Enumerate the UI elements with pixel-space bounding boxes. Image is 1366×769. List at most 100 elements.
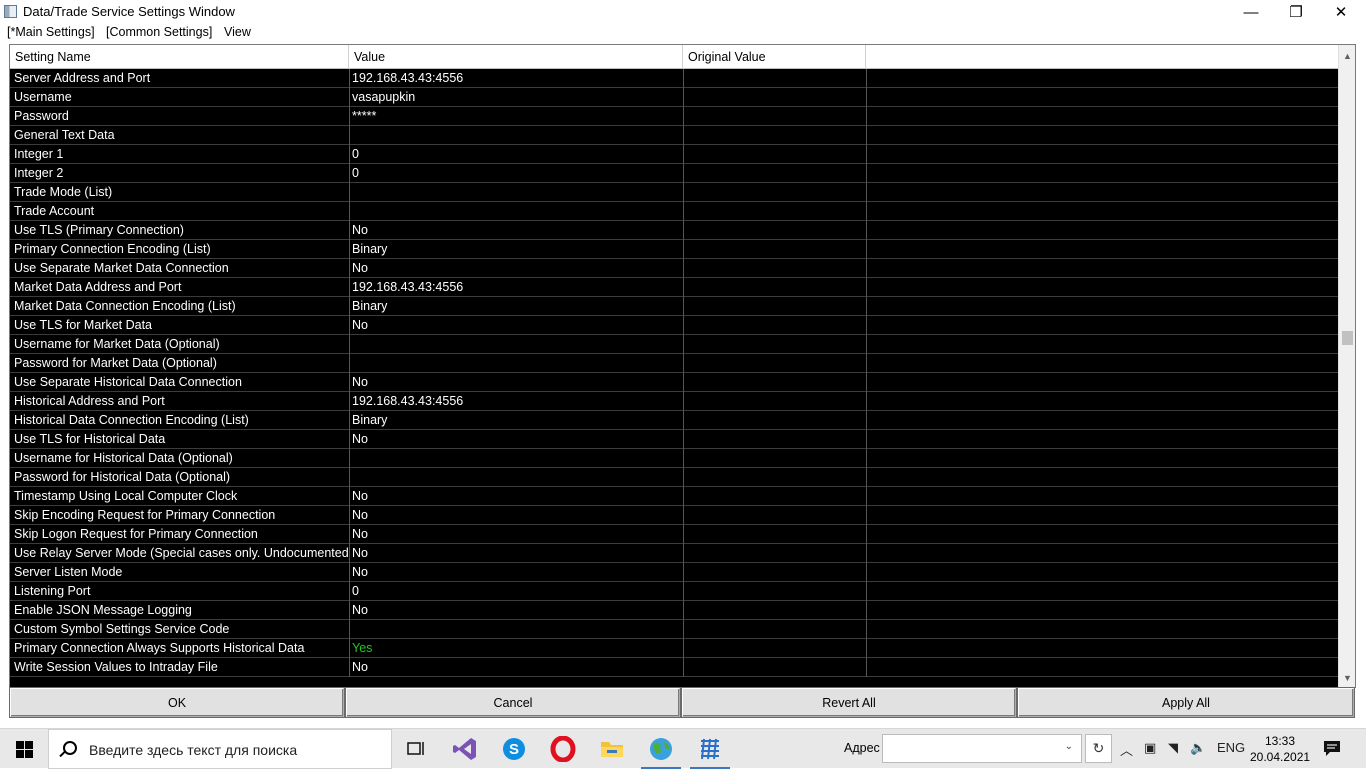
table-row[interactable]: Custom Symbol Settings Service Code — [10, 620, 1339, 639]
table-row[interactable]: Listening Port 0 — [10, 582, 1339, 601]
table-row[interactable]: Historical Address and Port 192.168.43.43… — [10, 392, 1339, 411]
apply-all-button[interactable]: Apply All — [1018, 688, 1354, 717]
setting-value-cell[interactable]: 192.168.43.43:4556 — [349, 392, 683, 411]
setting-value-cell[interactable]: 192.168.43.43:4556 — [349, 278, 683, 297]
chevron-down-icon[interactable]: ⌄ — [1065, 741, 1073, 752]
table-row[interactable]: Use Separate Market Data Connection No — [10, 259, 1339, 278]
scroll-up-arrow-icon[interactable]: ▲ — [1339, 47, 1355, 64]
ok-button[interactable]: OK — [10, 688, 344, 717]
setting-value-cell[interactable]: 0 — [349, 582, 683, 601]
menu-view[interactable]: View — [224, 25, 251, 39]
globe-app[interactable] — [637, 729, 685, 769]
sierra-chart-app[interactable] — [686, 729, 734, 769]
menu-common-settings[interactable]: [Common Settings] — [106, 25, 212, 39]
setting-value-cell[interactable]: No — [349, 658, 683, 677]
table-row[interactable]: Server Address and Port 192.168.43.43:455… — [10, 69, 1339, 88]
meet-now-icon[interactable]: ▣ — [1144, 740, 1156, 756]
table-row[interactable]: Timestamp Using Local Computer Clock No — [10, 487, 1339, 506]
table-row[interactable]: Integer 2 0 — [10, 164, 1339, 183]
network-icon[interactable]: ◥ — [1168, 740, 1178, 756]
table-row[interactable]: Password ***** — [10, 107, 1339, 126]
table-row[interactable]: Write Session Values to Intraday File No — [10, 658, 1339, 677]
setting-value-cell[interactable]: No — [349, 506, 683, 525]
table-row[interactable]: Market Data Connection Encoding (List) Bi… — [10, 297, 1339, 316]
maximize-button[interactable]: ❐ — [1273, 0, 1319, 24]
setting-value-cell[interactable]: Yes — [349, 639, 683, 658]
file-explorer-app[interactable] — [588, 729, 636, 769]
address-go-button[interactable]: ↻ — [1085, 734, 1112, 763]
setting-value-cell[interactable]: No — [349, 563, 683, 582]
skype-app[interactable]: S — [490, 729, 538, 769]
table-row[interactable]: Enable JSON Message Logging No — [10, 601, 1339, 620]
setting-value-cell[interactable]: No — [349, 544, 683, 563]
table-row[interactable]: Skip Encoding Request for Primary Connec… — [10, 506, 1339, 525]
setting-value-cell[interactable] — [349, 354, 683, 373]
task-view-button[interactable] — [392, 729, 440, 769]
setting-value-cell[interactable]: Binary — [349, 411, 683, 430]
setting-value-cell[interactable]: No — [349, 259, 683, 278]
table-row[interactable]: Use TLS for Market Data No — [10, 316, 1339, 335]
setting-value-cell[interactable] — [349, 183, 683, 202]
language-indicator[interactable]: ENG — [1217, 740, 1245, 755]
setting-value-cell[interactable] — [349, 335, 683, 354]
table-row[interactable]: Password for Historical Data (Optional) — [10, 468, 1339, 487]
setting-value-cell[interactable]: No — [349, 316, 683, 335]
cancel-button[interactable]: Cancel — [346, 688, 680, 717]
table-row[interactable]: Trade Mode (List) — [10, 183, 1339, 202]
setting-value-cell[interactable] — [349, 126, 683, 145]
address-input[interactable]: ⌄ — [882, 734, 1082, 763]
scroll-thumb[interactable] — [1342, 331, 1353, 345]
table-row[interactable]: Primary Connection Encoding (List) Binary — [10, 240, 1339, 259]
menu-main-settings[interactable]: [*Main Settings] — [7, 25, 95, 39]
setting-value-cell[interactable] — [349, 449, 683, 468]
taskbar-search-box[interactable]: Введите здесь текст для поиска — [48, 729, 392, 769]
setting-value-cell[interactable]: 192.168.43.43:4556 — [349, 69, 683, 88]
setting-value-cell[interactable]: No — [349, 525, 683, 544]
setting-value-cell[interactable]: ***** — [349, 107, 683, 126]
table-row[interactable]: Market Data Address and Port 192.168.43.4… — [10, 278, 1339, 297]
minimize-button[interactable]: — — [1228, 0, 1274, 24]
column-header-value[interactable]: Value — [349, 45, 683, 69]
volume-icon[interactable]: 🔈 — [1190, 740, 1206, 756]
table-row[interactable]: Integer 1 0 — [10, 145, 1339, 164]
table-row[interactable]: Skip Logon Request for Primary Connectio… — [10, 525, 1339, 544]
setting-value-cell[interactable]: No — [349, 221, 683, 240]
setting-value-cell[interactable]: 0 — [349, 164, 683, 183]
setting-value-cell[interactable]: No — [349, 430, 683, 449]
system-clock[interactable]: 13:33 20.04.2021 — [1250, 733, 1310, 765]
table-row[interactable]: Primary Connection Always Supports Histo… — [10, 639, 1339, 658]
setting-value-cell[interactable]: 0 — [349, 145, 683, 164]
table-row[interactable]: Username for Market Data (Optional) — [10, 335, 1339, 354]
vertical-scrollbar[interactable]: ▲ ▼ — [1338, 45, 1355, 687]
setting-value-cell[interactable]: Binary — [349, 240, 683, 259]
setting-value-cell[interactable]: Binary — [349, 297, 683, 316]
table-row[interactable]: Use TLS (Primary Connection) No — [10, 221, 1339, 240]
table-row[interactable]: Use Relay Server Mode (Special cases onl… — [10, 544, 1339, 563]
table-row[interactable]: Server Listen Mode No — [10, 563, 1339, 582]
setting-value-cell[interactable]: No — [349, 487, 683, 506]
table-row[interactable]: Username vasapupkin — [10, 88, 1339, 107]
table-row[interactable]: Use TLS for Historical Data No — [10, 430, 1339, 449]
table-row[interactable]: General Text Data — [10, 126, 1339, 145]
setting-value-cell[interactable] — [349, 202, 683, 221]
start-button[interactable] — [0, 729, 48, 769]
table-row[interactable]: Username for Historical Data (Optional) — [10, 449, 1339, 468]
show-hidden-icons-chevron-icon[interactable]: ︿ — [1120, 740, 1133, 759]
column-header-original-value[interactable]: Original Value — [683, 45, 866, 69]
setting-value-cell[interactable]: No — [349, 601, 683, 620]
notification-center-button[interactable] — [1322, 739, 1342, 757]
setting-value-cell[interactable]: No — [349, 373, 683, 392]
table-row[interactable]: Use Separate Historical Data Connection N… — [10, 373, 1339, 392]
scroll-down-arrow-icon[interactable]: ▼ — [1339, 669, 1355, 686]
visual-studio-app[interactable] — [441, 729, 489, 769]
opera-app[interactable] — [539, 729, 587, 769]
table-row[interactable]: Historical Data Connection Encoding (Lis… — [10, 411, 1339, 430]
table-row[interactable]: Trade Account — [10, 202, 1339, 221]
table-row[interactable]: Password for Market Data (Optional) — [10, 354, 1339, 373]
setting-value-cell[interactable] — [349, 620, 683, 639]
title-bar[interactable]: Data/Trade Service Settings Window — ❐ ✕ — [0, 0, 1366, 24]
setting-value-cell[interactable] — [349, 468, 683, 487]
close-button[interactable]: ✕ — [1318, 0, 1364, 24]
setting-value-cell[interactable]: vasapupkin — [349, 88, 683, 107]
column-header-setting-name[interactable]: Setting Name — [10, 45, 349, 69]
